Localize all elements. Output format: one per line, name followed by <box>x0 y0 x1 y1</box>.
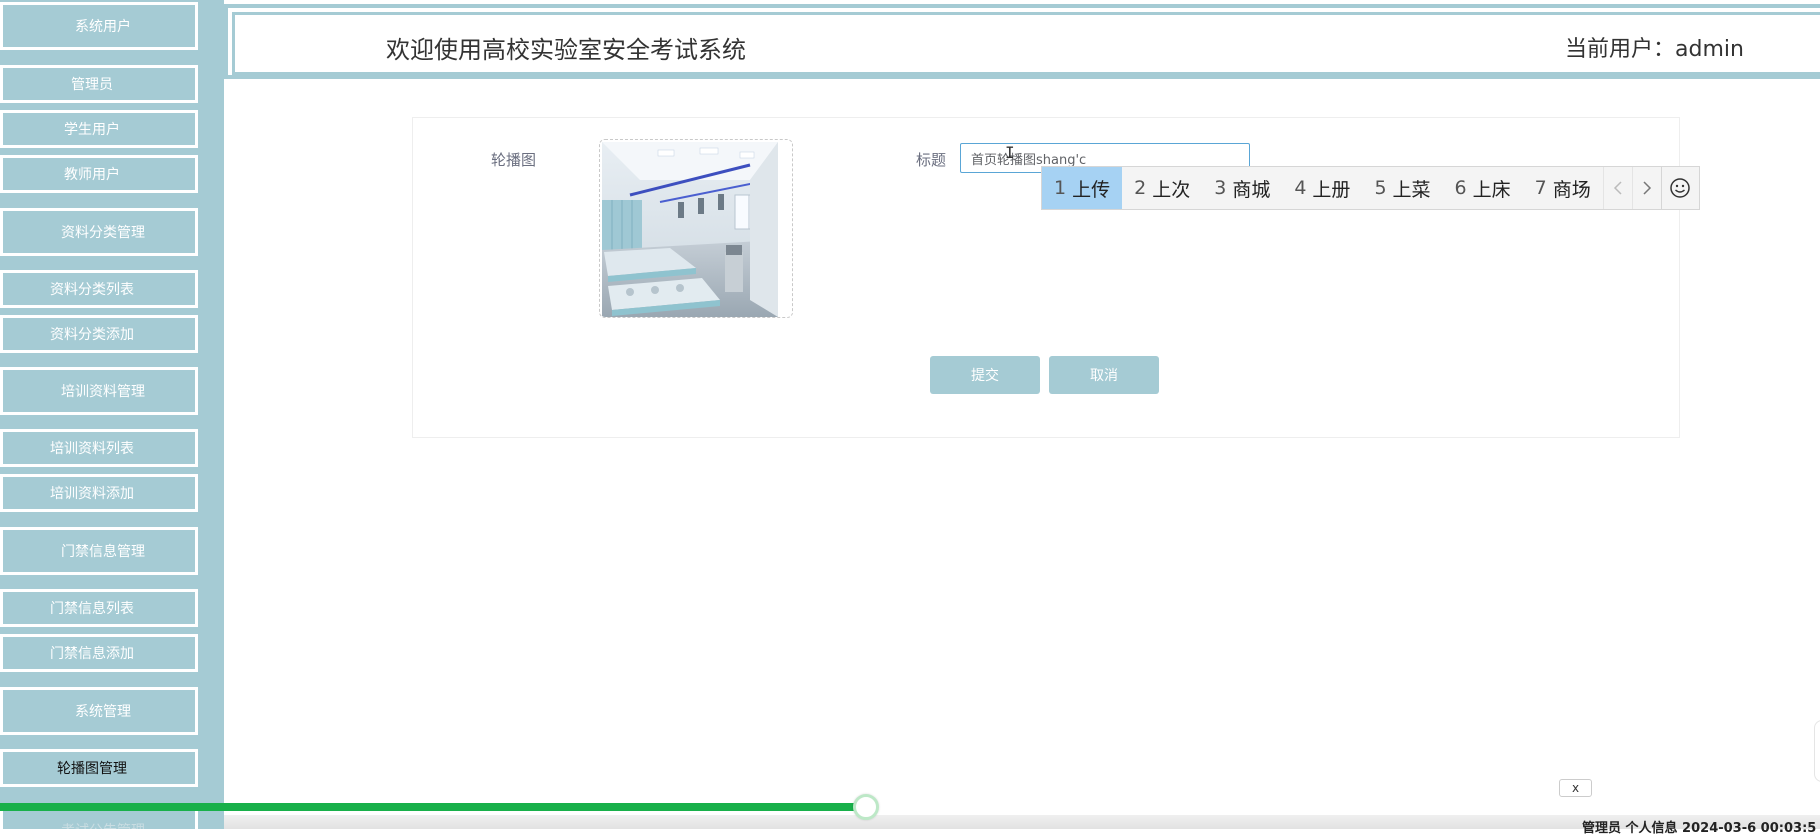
sidebar-item-label: 培训资料管理 <box>61 384 145 400</box>
sidebar-item-student-users[interactable]: 学生用户 <box>0 110 198 148</box>
sidebar-item-label: 资料分类管理 <box>61 225 145 241</box>
submit-button[interactable]: 提交 <box>930 356 1040 394</box>
sidebar-item-label: 门禁信息列表 <box>50 601 134 617</box>
sidebar-item-carousel-management[interactable]: 轮播图管理 <box>0 749 198 787</box>
sidebar-item-label: 培训资料列表 <box>50 441 134 457</box>
footer-info: 管理员 个人信息 2024-03-6 00:03:5 <box>1582 821 1817 836</box>
sidebar-item-label: 系统用户 <box>75 19 131 35</box>
sidebar-item-label: 资料分类列表 <box>50 282 134 298</box>
ime-candidate[interactable]: 7 商场 <box>1523 167 1603 209</box>
page-title: 欢迎使用高校实验室安全考试系统 <box>386 36 746 64</box>
sidebar-item-access-control-add[interactable]: 门禁信息添加 <box>0 634 198 672</box>
sidebar-item-training-material-add[interactable]: 培训资料添加 <box>0 474 198 512</box>
header-box: 欢迎使用高校实验室安全考试系统 当前用户：admin <box>235 15 1820 72</box>
ime-candidate[interactable]: 2 上次 <box>1122 167 1202 209</box>
sidebar-item-label: 资料分类添加 <box>50 327 134 343</box>
sidebar-group-access-control[interactable]: 门禁信息管理 <box>0 527 198 575</box>
sidebar-item-admins[interactable]: 管理员 <box>0 65 198 103</box>
ime-candidate[interactable]: 1 上传 <box>1042 167 1123 209</box>
chevron-left-icon[interactable] <box>1602 167 1632 209</box>
sidebar-item-label: 培训资料添加 <box>50 486 134 502</box>
sidebar-item-label: 管理员 <box>71 77 113 93</box>
sidebar-item-teacher-users[interactable]: 教师用户 <box>0 155 198 193</box>
ime-candidate[interactable]: 6 上床 <box>1443 167 1523 209</box>
title-label: 标题 <box>916 151 947 169</box>
ime-candidate-bar: 1 上传 2 上次 3 商城 4 上册 5 上菜 6 上床 7 商场 <box>1041 166 1700 210</box>
video-progress-bar[interactable] <box>0 794 1820 820</box>
footer-strip <box>224 815 1820 829</box>
chevron-right-icon[interactable] <box>1631 167 1661 209</box>
sidebar-item-label: 考试公告管理 <box>53 820 145 829</box>
header: 欢迎使用高校实验室安全考试系统 当前用户：admin <box>224 4 1820 79</box>
progress-fill <box>0 803 867 811</box>
sidebar-group-training-material[interactable]: 培训资料管理 <box>0 367 198 415</box>
carousel-label: 轮播图 <box>491 151 537 169</box>
ime-candidate[interactable]: 5 上菜 <box>1362 167 1442 209</box>
ime-candidate[interactable]: 3 商城 <box>1202 167 1282 209</box>
sidebar-item-training-material-list[interactable]: 培训资料列表 <box>0 429 198 467</box>
smiley-icon[interactable] <box>1660 167 1699 209</box>
sidebar-item-label: 系统管理 <box>75 704 131 720</box>
close-button[interactable]: x <box>1559 779 1592 797</box>
side-handle[interactable] <box>1814 720 1820 782</box>
ime-candidate[interactable]: 4 上册 <box>1282 167 1362 209</box>
sidebar-item-label: 教师用户 <box>64 167 120 183</box>
current-user-label: 当前用户：admin <box>1565 37 1744 62</box>
sidebar-item-label: 门禁信息添加 <box>50 646 134 662</box>
sidebar-item-access-control-list[interactable]: 门禁信息列表 <box>0 589 198 627</box>
sidebar-item-label: 轮播图管理 <box>57 761 127 777</box>
sidebar-item-label: 门禁信息管理 <box>61 544 145 560</box>
sidebar-item-material-category-list[interactable]: 资料分类列表 <box>0 270 198 308</box>
sidebar-group-system-users[interactable]: 系统用户 <box>0 2 198 50</box>
sidebar-group-system-management[interactable]: 系统管理 <box>0 687 198 735</box>
cancel-button[interactable]: 取消 <box>1049 356 1159 394</box>
sidebar-item-label: 学生用户 <box>64 122 120 138</box>
sidebar-group-material-category[interactable]: 资料分类管理 <box>0 208 198 256</box>
text-cursor-icon: I <box>1005 143 1015 162</box>
carousel-image-upload[interactable] <box>599 139 793 318</box>
sidebar-item-material-category-add[interactable]: 资料分类添加 <box>0 315 198 353</box>
sidebar: 系统用户 管理员 学生用户 教师用户 资料分类管理 资料分类列表 资料分类添加 … <box>0 0 224 829</box>
lab-classroom-image <box>600 140 792 317</box>
